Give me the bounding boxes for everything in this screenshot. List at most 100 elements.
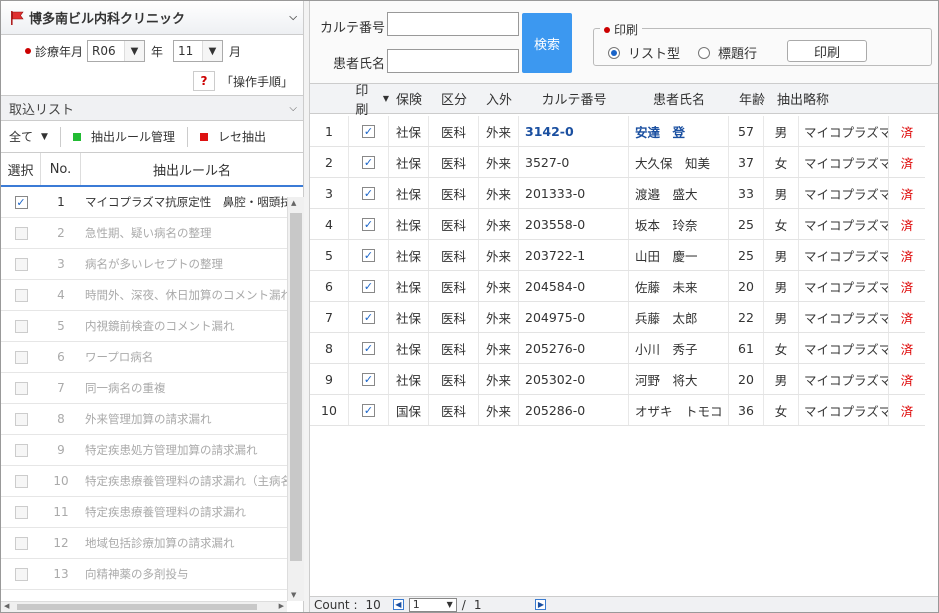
grid-row[interactable]: 5 ✓ 社保 医科 外来 203722-1 山田 慶一 25 男マイコプラズマ済 bbox=[310, 240, 925, 271]
checkbox-icon[interactable] bbox=[14, 567, 28, 581]
rule-row[interactable]: 8 外来管理加算の請求漏れ bbox=[1, 404, 287, 435]
grid-row[interactable]: 8 ✓ 社保 医科 外来 205276-0 小川 秀子 61 女マイコプラズマ済 bbox=[310, 333, 925, 364]
rule-row[interactable]: 11 特定疾患療養管理料の請求漏れ bbox=[1, 497, 287, 528]
rule-checkbox-cell[interactable] bbox=[1, 505, 41, 519]
clinic-header[interactable]: 博多南ビル内科クリニック ⌵ bbox=[1, 1, 303, 35]
help-link[interactable]: 「操作手順」 bbox=[221, 73, 293, 90]
rule-row[interactable]: 5 内視鏡前検査のコメント漏れ bbox=[1, 311, 287, 342]
checkbox-checked-icon[interactable]: ✓ bbox=[362, 155, 375, 169]
rule-manage-button[interactable]: 抽出ルール管理 bbox=[72, 128, 175, 145]
era-select[interactable]: R06 ▼ bbox=[87, 40, 146, 62]
scroll-right-icon[interactable]: ▶ bbox=[279, 602, 284, 610]
checkbox-checked-icon[interactable]: ✓ bbox=[362, 248, 375, 262]
help-icon[interactable]: ? bbox=[192, 71, 215, 91]
grid-row[interactable]: 4 ✓ 社保 医科 外来 203558-0 坂本 玲奈 25 女マイコプラズマ済 bbox=[310, 209, 925, 240]
print-checkbox-cell[interactable]: ✓ bbox=[349, 395, 389, 425]
rule-checkbox-cell[interactable] bbox=[1, 226, 41, 240]
scroll-up-icon[interactable]: ▲ bbox=[291, 199, 296, 207]
radio-list-type[interactable]: リスト型 bbox=[608, 43, 680, 62]
import-list-header[interactable]: 取込リスト ⌵ bbox=[1, 95, 303, 121]
checkbox-checked-icon[interactable]: ✓ bbox=[362, 124, 375, 138]
checkbox-icon[interactable] bbox=[14, 319, 28, 333]
grid-row[interactable]: 7 ✓ 社保 医科 外来 204975-0 兵藤 太郎 22 男マイコプラズマ済 bbox=[310, 302, 925, 333]
print-checkbox-cell[interactable]: ✓ bbox=[349, 333, 389, 363]
rule-checkbox-cell[interactable] bbox=[1, 257, 41, 271]
grid-row[interactable]: 9 ✓ 社保 医科 外来 205302-0 河野 将大 20 男マイコプラズマ済 bbox=[310, 364, 925, 395]
rule-checkbox-cell[interactable] bbox=[1, 288, 41, 302]
rule-row[interactable]: 3 病名が多いレセプトの整理 bbox=[1, 249, 287, 280]
print-checkbox-cell[interactable]: ✓ bbox=[349, 240, 389, 270]
grid-row[interactable]: 10 ✓ 国保 医科 外来 205286-0 オザキ トモコ 36 女マイコプラズマ済 bbox=[310, 395, 925, 426]
karte-input[interactable] bbox=[387, 12, 519, 36]
print-button[interactable]: 印刷 bbox=[787, 40, 867, 62]
rules-hscrollbar[interactable]: ◀ ▶ bbox=[1, 601, 287, 612]
rule-row[interactable]: 4 時間外、深夜、休日加算のコメント漏れ bbox=[1, 280, 287, 311]
checkbox-checked-icon[interactable]: ✓ bbox=[362, 341, 375, 355]
checkbox-checked-icon[interactable]: ✓ bbox=[362, 186, 375, 200]
checkbox-icon[interactable] bbox=[14, 474, 28, 488]
rule-checkbox-cell[interactable] bbox=[1, 536, 41, 550]
checkbox-icon[interactable] bbox=[14, 226, 28, 240]
checkbox-icon[interactable] bbox=[14, 257, 28, 271]
chevron-down-icon[interactable]: ⌵ bbox=[289, 103, 297, 114]
checkbox-icon[interactable] bbox=[14, 350, 28, 364]
rule-row[interactable]: 12 地域包括診療加算の請求漏れ bbox=[1, 528, 287, 559]
grid-row[interactable]: 3 ✓ 社保 医科 外来 201333-0 渡邉 盛大 33 男マイコプラズマ済 bbox=[310, 178, 925, 209]
checkbox-checked-icon[interactable]: ✓ bbox=[14, 195, 28, 209]
rule-row[interactable]: 10 特定疾患療養管理料の請求漏れ（主病名 bbox=[1, 466, 287, 497]
scroll-left-icon[interactable]: ◀ bbox=[4, 602, 9, 610]
rule-row[interactable]: 7 同一病名の重複 bbox=[1, 373, 287, 404]
print-checkbox-cell[interactable]: ✓ bbox=[349, 209, 389, 239]
rule-checkbox-cell[interactable] bbox=[1, 350, 41, 364]
patient-name-input[interactable] bbox=[387, 49, 519, 73]
scroll-thumb[interactable] bbox=[290, 213, 302, 561]
checkbox-checked-icon[interactable]: ✓ bbox=[362, 217, 375, 231]
grid-row[interactable]: 6 ✓ 社保 医科 外来 204584-0 佐藤 未来 20 男マイコプラズマ済 bbox=[310, 271, 925, 302]
rule-row[interactable]: 9 特定疾患処方管理加算の請求漏れ bbox=[1, 435, 287, 466]
patient-name-cell[interactable]: 安達 登 bbox=[629, 116, 729, 146]
rules-scrollbar[interactable]: ▲ ▼ bbox=[287, 197, 304, 601]
rule-checkbox-cell[interactable]: ✓ bbox=[1, 195, 41, 209]
grid-row[interactable]: 2 ✓ 社保 医科 外来 3527-0 大久保 知美 37 女マイコプラズマ済 bbox=[310, 147, 925, 178]
rule-row[interactable]: 6 ワープロ病名 bbox=[1, 342, 287, 373]
checkbox-icon[interactable] bbox=[14, 381, 28, 395]
rule-row[interactable]: 13 向精神薬の多剤投与 bbox=[1, 559, 287, 590]
rece-extract-button[interactable]: レセ抽出 bbox=[199, 128, 266, 145]
print-checkbox-cell[interactable]: ✓ bbox=[349, 116, 389, 146]
checkbox-checked-icon[interactable]: ✓ bbox=[362, 403, 375, 417]
scroll-down-icon[interactable]: ▼ bbox=[291, 591, 296, 599]
checkbox-icon[interactable] bbox=[14, 412, 28, 426]
print-checkbox-cell[interactable]: ✓ bbox=[349, 364, 389, 394]
print-checkbox-cell[interactable]: ✓ bbox=[349, 178, 389, 208]
rule-checkbox-cell[interactable] bbox=[1, 381, 41, 395]
print-checkbox-cell[interactable]: ✓ bbox=[349, 147, 389, 177]
rule-row[interactable]: 2 急性期、疑い病名の整理 bbox=[1, 218, 287, 249]
rule-checkbox-cell[interactable] bbox=[1, 567, 41, 581]
checkbox-checked-icon[interactable]: ✓ bbox=[362, 279, 375, 293]
checkbox-icon[interactable] bbox=[14, 288, 28, 302]
prev-page-icon[interactable]: ◀ bbox=[392, 599, 404, 610]
month-select[interactable]: 11 ▼ bbox=[173, 40, 224, 62]
col-print[interactable]: 印刷 ▼ bbox=[349, 80, 389, 118]
karte-cell[interactable]: 3142-0 bbox=[519, 116, 629, 146]
page-select[interactable]: 1 ▼ bbox=[408, 597, 457, 612]
chevron-down-icon[interactable]: ⌵ bbox=[289, 12, 297, 23]
checkbox-icon[interactable] bbox=[14, 443, 28, 457]
next-page-icon[interactable]: ▶ bbox=[535, 599, 547, 610]
print-checkbox-cell[interactable]: ✓ bbox=[349, 271, 389, 301]
checkbox-icon[interactable] bbox=[14, 536, 28, 550]
rule-row[interactable]: ✓ 1 マイコプラズマ抗原定性 鼻腔・咽頭拭 bbox=[1, 187, 287, 218]
checkbox-icon[interactable] bbox=[14, 505, 28, 519]
checkbox-checked-icon[interactable]: ✓ bbox=[362, 310, 375, 324]
checkbox-checked-icon[interactable]: ✓ bbox=[362, 372, 375, 386]
rule-checkbox-cell[interactable] bbox=[1, 443, 41, 457]
rule-checkbox-cell[interactable] bbox=[1, 474, 41, 488]
search-button[interactable]: 検索 bbox=[522, 13, 572, 73]
all-dropdown[interactable]: 全て ▼ bbox=[9, 128, 48, 145]
grid-row[interactable]: 1 ✓ 社保 医科 外来 3142-0 安達 登 57 男マイコプラズマ済 bbox=[310, 116, 925, 147]
radio-title-row[interactable]: 標題行 bbox=[698, 43, 757, 62]
rule-checkbox-cell[interactable] bbox=[1, 319, 41, 333]
hscroll-thumb[interactable] bbox=[17, 604, 257, 610]
print-checkbox-cell[interactable]: ✓ bbox=[349, 302, 389, 332]
rule-checkbox-cell[interactable] bbox=[1, 412, 41, 426]
